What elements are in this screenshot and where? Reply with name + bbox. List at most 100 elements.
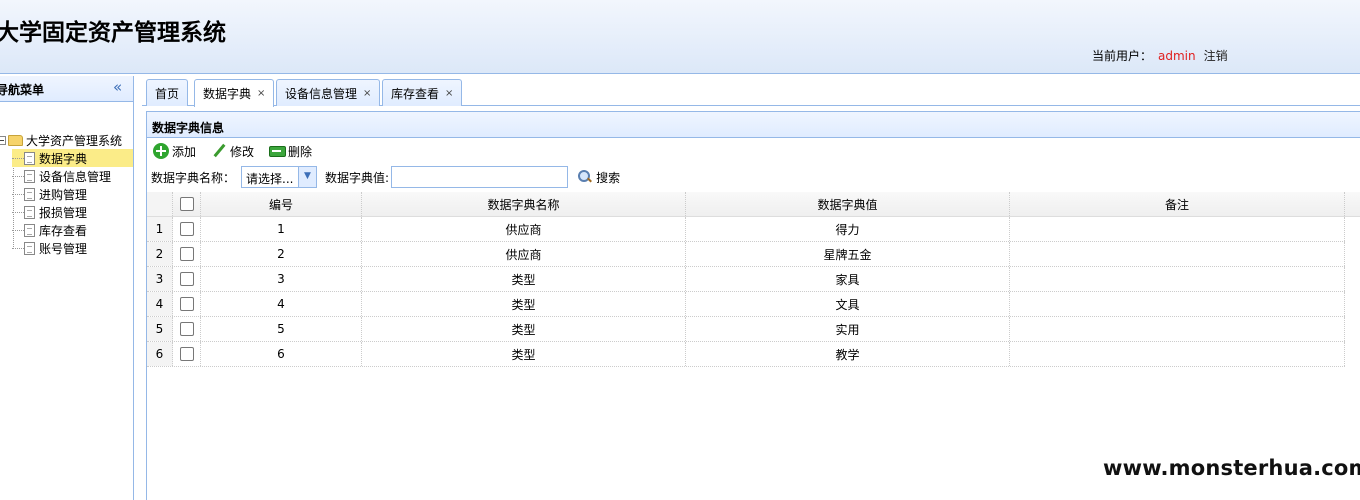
cell-id: 1 [201, 217, 362, 241]
row-checkbox[interactable] [173, 242, 201, 266]
checkbox-icon[interactable] [179, 247, 194, 261]
row-checkbox[interactable] [173, 292, 201, 316]
checkbox-icon[interactable] [179, 272, 194, 286]
file-icon [24, 223, 35, 237]
file-icon [24, 187, 35, 201]
table-row[interactable]: 4 4 类型 文具 [147, 292, 1345, 317]
table-row[interactable]: 3 3 类型 家具 [147, 267, 1345, 292]
search-button[interactable]: 搜索 [578, 169, 620, 186]
edit-label: 修改 [230, 144, 255, 159]
delete-button[interactable]: 删除 [269, 143, 312, 160]
cell-name: 供应商 [362, 217, 686, 241]
cell-id: 5 [201, 317, 362, 341]
name-filter-select[interactable]: 请选择... ▼ [241, 166, 318, 188]
sidebar-item-accounts[interactable]: 账号管理 [12, 239, 133, 257]
close-icon[interactable]: × [445, 88, 453, 99]
cell-name: 供应商 [362, 242, 686, 266]
cell-id: 4 [201, 292, 362, 316]
cell-note [1010, 317, 1345, 341]
sidebar-item-equipment[interactable]: 设备信息管理 [12, 167, 133, 185]
tab-home[interactable]: 首页 [146, 79, 189, 106]
cell-name: 类型 [362, 342, 686, 366]
watermark: www.monsterhua.com [1103, 456, 1360, 480]
tree-root-label: 大学资产管理系统 [26, 133, 123, 148]
current-user-label: 当前用户： [1092, 49, 1153, 63]
data-grid: 编号 数据字典名称 数据字典值 备注 1 1 供应商 得力 2 2 供应商 星牌五金 3 3 类型家… [147, 192, 1360, 367]
sidebar-item-label: 库存查看 [39, 223, 88, 238]
cell-value: 教学 [686, 342, 1010, 366]
file-icon [24, 151, 35, 165]
sidebar-item-inventory[interactable]: 库存查看 [12, 221, 133, 239]
column-header[interactable]: 备注 [1010, 192, 1345, 216]
search-icon [578, 170, 592, 184]
checkbox-icon[interactable] [179, 297, 194, 311]
column-header[interactable]: 数据字典值 [686, 192, 1010, 216]
double-chevron-left-icon[interactable]: « [113, 78, 122, 96]
tree-root[interactable]: 大学资产管理系统 [0, 131, 122, 149]
cell-name: 类型 [362, 317, 686, 341]
sidebar-item-purchase[interactable]: 进购管理 [12, 185, 133, 203]
chevron-down-icon[interactable]: ▼ [298, 167, 317, 187]
row-number: 1 [147, 217, 173, 241]
tab-label: 设备信息管理 [285, 86, 358, 101]
column-header[interactable]: 编号 [201, 192, 362, 216]
delete-label: 删除 [288, 144, 313, 159]
collapse-toggle-icon[interactable] [0, 135, 6, 145]
app-header: 大学固定资产管理系统 当前用户： admin 注销 [0, 0, 1360, 74]
checkbox-icon[interactable] [179, 222, 194, 236]
close-icon[interactable]: × [257, 88, 265, 99]
tab-label: 库存查看 [391, 86, 440, 101]
tab-equipment[interactable]: 设备信息管理 × [276, 79, 381, 106]
app-title: 大学固定资产管理系统 [0, 20, 226, 46]
tab-inventory[interactable]: 库存查看 × [382, 79, 463, 106]
value-filter-label: 数据字典值: [325, 170, 390, 185]
pencil-icon [211, 143, 227, 159]
cell-value: 家具 [686, 267, 1010, 291]
logout-link[interactable]: 注销 [1204, 49, 1228, 63]
sidebar-item-label: 报损管理 [39, 205, 88, 220]
checkbox-icon[interactable] [179, 347, 194, 361]
row-number: 4 [147, 292, 173, 316]
row-checkbox[interactable] [173, 317, 201, 341]
cell-id: 6 [201, 342, 362, 366]
close-icon[interactable]: × [363, 88, 371, 99]
row-checkbox[interactable] [173, 342, 201, 366]
cell-value: 实用 [686, 317, 1010, 341]
table-row[interactable]: 5 5 类型 实用 [147, 317, 1345, 342]
row-checkbox[interactable] [173, 267, 201, 291]
column-header[interactable]: 数据字典名称 [362, 192, 686, 216]
row-checkbox[interactable] [173, 217, 201, 241]
row-number-header [147, 192, 173, 216]
edit-button[interactable]: 修改 [211, 143, 254, 160]
nav-panel: 导航菜单 « 大学资产管理系统 数据字典 设备信息管理 进购管理 报损管理 库存… [0, 76, 134, 500]
cell-value: 文具 [686, 292, 1010, 316]
sidebar-item-damage[interactable]: 报损管理 [12, 203, 133, 221]
cell-name: 类型 [362, 292, 686, 316]
add-button[interactable]: 添加 [153, 143, 196, 160]
row-number: 2 [147, 242, 173, 266]
sidebar-item-label: 数据字典 [39, 151, 88, 166]
panel-title: 数据字典信息 [147, 112, 1360, 138]
sidebar-item-data-dictionary[interactable]: 数据字典 [12, 149, 133, 167]
checkbox-icon[interactable] [179, 322, 194, 336]
tab-data-dictionary[interactable]: 数据字典 × [194, 79, 275, 107]
checkbox-icon[interactable] [179, 197, 194, 211]
row-number: 6 [147, 342, 173, 366]
cell-value: 星牌五金 [686, 242, 1010, 266]
cell-note [1010, 292, 1345, 316]
table-row[interactable]: 6 6 类型 教学 [147, 342, 1345, 367]
sidebar-item-label: 设备信息管理 [39, 169, 112, 184]
cell-name: 类型 [362, 267, 686, 291]
table-row[interactable]: 1 1 供应商 得力 [147, 217, 1345, 242]
table-body: 1 1 供应商 得力 2 2 供应商 星牌五金 3 3 类型 家具 4 4 类型 文具 5 5 类型 实用 6 6 类型 教学 [147, 217, 1345, 367]
select-all-checkbox[interactable] [173, 192, 201, 216]
cell-id: 2 [201, 242, 362, 266]
user-bar: 当前用户： admin 注销 [1092, 47, 1228, 64]
tab-label: 首页 [155, 86, 180, 101]
row-number: 3 [147, 267, 173, 291]
value-filter-input[interactable] [391, 166, 569, 188]
select-value: 请选择... [246, 172, 294, 186]
cell-note [1010, 267, 1345, 291]
table-row[interactable]: 2 2 供应商 星牌五金 [147, 242, 1345, 267]
sidebar-item-label: 进购管理 [39, 187, 88, 202]
